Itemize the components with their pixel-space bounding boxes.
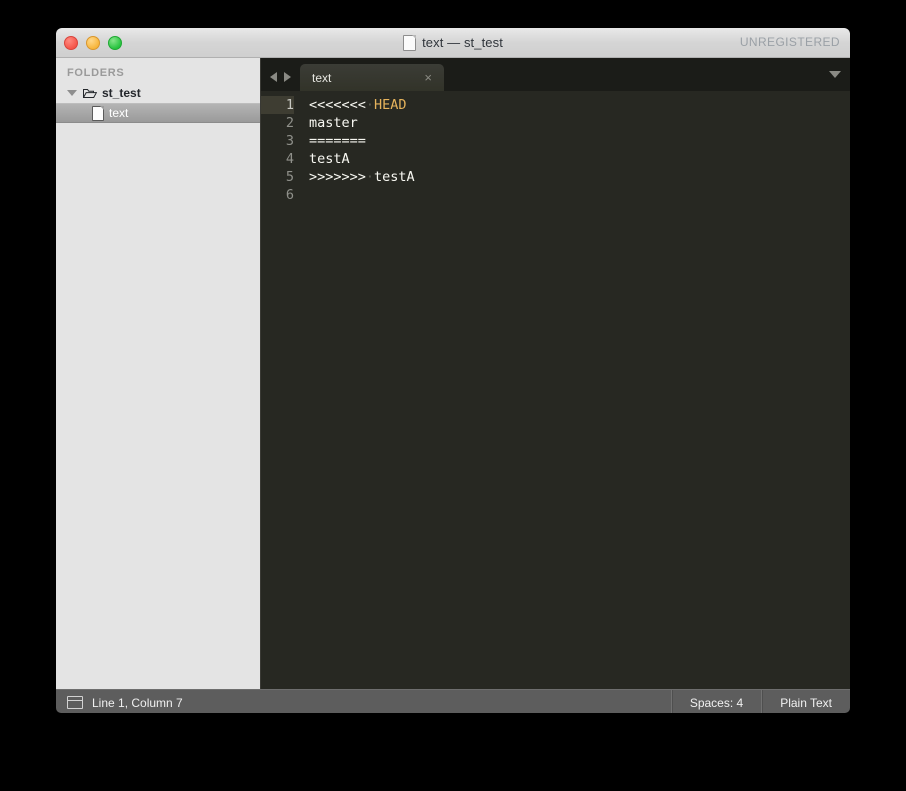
status-left-group: Line 1, Column 7: [56, 696, 183, 710]
tab-label: text: [312, 70, 332, 85]
code-token: <<<<<<<: [309, 97, 366, 113]
code-token: >>>>>>>: [309, 169, 366, 185]
open-folder-icon: [83, 88, 97, 99]
code-token: HEAD: [374, 97, 407, 113]
disclosure-triangle-down-icon[interactable]: [67, 90, 77, 96]
line-number: 2: [285, 115, 294, 131]
minimize-window-button[interactable]: [86, 35, 100, 50]
code-line: testA: [309, 150, 850, 168]
code-token: =======: [309, 133, 366, 149]
status-bar: Line 1, Column 7 Spaces: 4 Plain Text: [56, 689, 850, 713]
sidebar-folder-label: st_test: [102, 86, 141, 100]
tab-overflow-menu-button[interactable]: [820, 58, 850, 91]
code-token: master: [309, 115, 358, 131]
code-line: <<<<<<<·HEAD: [309, 96, 850, 114]
next-tab-arrow-icon[interactable]: [284, 72, 291, 82]
line-number: 6: [285, 187, 294, 203]
indentation-setting[interactable]: Spaces: 4: [670, 690, 761, 713]
line-number: 4: [285, 151, 294, 167]
tab-navigation: [261, 72, 300, 91]
tab-text[interactable]: text ×: [300, 64, 444, 91]
window-titlebar[interactable]: text — st_test UNREGISTERED: [56, 28, 850, 58]
document-icon: [403, 34, 417, 51]
code-line: master: [309, 114, 850, 132]
code-token: ·: [365, 97, 375, 113]
sublime-text-window: text — st_test UNREGISTERED FOLDERS st_t…: [56, 28, 850, 713]
sidebar-file-text[interactable]: text: [56, 103, 260, 123]
window-title: text — st_test: [422, 35, 503, 50]
previous-tab-arrow-icon[interactable]: [270, 72, 277, 82]
sidebar-section-folders: FOLDERS: [67, 67, 125, 79]
line-number-gutter: 12 3 4 5 6: [261, 91, 303, 689]
window-body: FOLDERS st_test text text × 1 2 3 4 5 6 …: [56, 58, 850, 689]
desktop-background: text — st_test UNREGISTERED FOLDERS st_t…: [0, 0, 906, 791]
line-number: 1: [261, 96, 294, 114]
unregistered-badge: UNREGISTERED: [739, 35, 840, 49]
code-token: testA: [374, 169, 415, 185]
sidebar-file-label: text: [109, 106, 129, 120]
code-line: >>>>>>>·testA: [309, 168, 850, 186]
maximize-window-button[interactable]: [108, 35, 122, 50]
code-editor[interactable]: 123456 <<<<<<<·HEAD master ======= testA >>>…: [261, 91, 850, 689]
window-title-group: text — st_test: [56, 28, 850, 57]
cursor-position-label: Line 1, Column 7: [92, 695, 183, 710]
line-number: 3: [285, 133, 294, 149]
file-icon: [92, 105, 104, 121]
editor-column: text × 123456 <<<<<<<·HEAD master ======= t…: [261, 58, 850, 689]
sidebar-folder-st_test[interactable]: st_test: [56, 83, 260, 103]
chevron-down-icon: [829, 71, 841, 78]
line-number: 5: [285, 169, 294, 185]
close-tab-icon[interactable]: ×: [424, 71, 432, 84]
code-token: testA: [309, 151, 350, 167]
window-controls: [64, 28, 122, 57]
status-right-group: Spaces: 4 Plain Text: [670, 690, 850, 713]
code-token: ·: [365, 169, 375, 185]
tab-bar: text ×: [261, 58, 850, 91]
sidebar: FOLDERS st_test text: [56, 58, 261, 689]
code-line: =======: [309, 132, 850, 150]
syntax-setting[interactable]: Plain Text: [761, 690, 850, 713]
close-window-button[interactable]: [64, 35, 78, 50]
code-content[interactable]: <<<<<<<·HEAD master ======= testA >>>>>>>·te…: [303, 91, 850, 689]
sidebar-toggle-icon[interactable]: [67, 696, 83, 709]
